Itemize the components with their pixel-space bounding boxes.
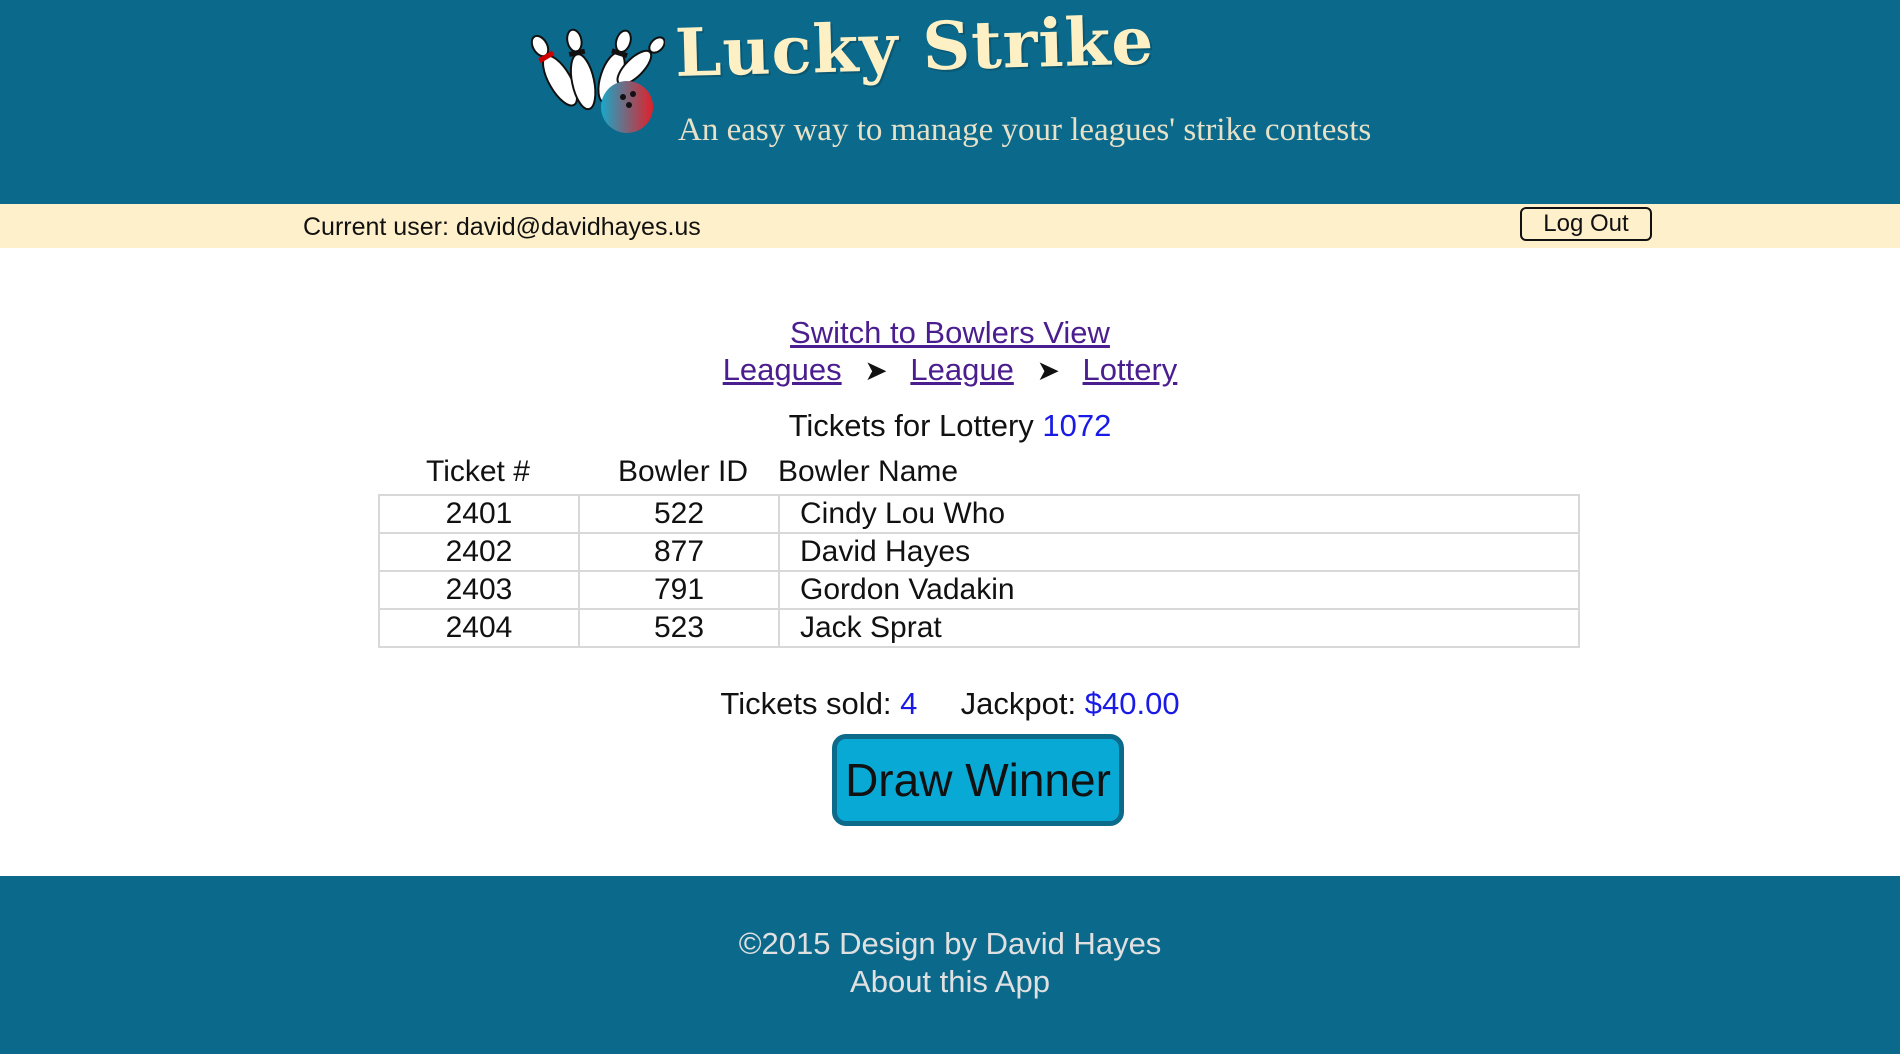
breadcrumb-league[interactable]: League bbox=[910, 352, 1013, 387]
table-row: 2403 791 Gordon Vadakin bbox=[378, 570, 1580, 610]
jackpot-value: $40.00 bbox=[1084, 686, 1180, 721]
jackpot-label: Jackpot: bbox=[960, 686, 1077, 721]
tickets-table: 2401 522 Cindy Lou Who 2402 877 David Ha… bbox=[378, 494, 1580, 648]
table-row: 2404 523 Jack Sprat bbox=[378, 608, 1580, 648]
ticket-number-cell: 2404 bbox=[378, 608, 580, 648]
bowler-id-cell: 523 bbox=[578, 608, 780, 648]
table-row: 2402 877 David Hayes bbox=[378, 532, 1580, 572]
column-header-bowler-id: Bowler ID bbox=[618, 455, 749, 488]
bowling-logo-icon bbox=[530, 28, 665, 133]
logout-button[interactable]: Log Out bbox=[1520, 207, 1652, 241]
table-row: 2401 522 Cindy Lou Who bbox=[378, 494, 1580, 534]
draw-winner-button[interactable]: Draw Winner bbox=[832, 734, 1124, 826]
breadcrumb: Leagues ➤ League ➤ Lottery bbox=[0, 352, 1900, 388]
switch-to-bowlers-view-link[interactable]: Switch to Bowlers View bbox=[790, 315, 1110, 350]
bowler-id-cell: 877 bbox=[578, 532, 780, 572]
bowler-id-cell: 791 bbox=[578, 570, 780, 610]
breadcrumb-leagues[interactable]: Leagues bbox=[723, 352, 842, 387]
copyright-text: ©2015 Design by David Hayes bbox=[738, 926, 1162, 961]
column-header-ticket: Ticket # bbox=[426, 455, 530, 488]
breadcrumb-separator-icon: ➤ bbox=[864, 355, 888, 386]
site-header: Lucky Strike An easy way to manage your … bbox=[0, 0, 1900, 204]
bowler-name-cell: David Hayes bbox=[778, 532, 1580, 572]
ticket-number-cell: 2401 bbox=[378, 494, 580, 534]
page-title-label: Tickets for Lottery bbox=[788, 408, 1034, 443]
lottery-number: 1072 bbox=[1042, 408, 1112, 443]
bowler-name-cell: Cindy Lou Who bbox=[778, 494, 1580, 534]
breadcrumb-lottery[interactable]: Lottery bbox=[1083, 352, 1178, 387]
lottery-summary: Tickets sold: 4 Jackpot: $40.00 bbox=[0, 686, 1900, 722]
bowler-name-cell: Gordon Vadakin bbox=[778, 570, 1580, 610]
app-title: Lucky Strike bbox=[673, 1, 1156, 92]
bowler-id-cell: 522 bbox=[578, 494, 780, 534]
view-switch: Switch to Bowlers View bbox=[0, 315, 1900, 351]
column-header-bowler-name: Bowler Name bbox=[778, 455, 959, 488]
tickets-sold-value: 4 bbox=[900, 686, 918, 721]
about-app-link[interactable]: About this App bbox=[0, 964, 1900, 1000]
tickets-sold-label: Tickets sold: bbox=[720, 686, 892, 721]
breadcrumb-separator-icon: ➤ bbox=[1036, 355, 1060, 386]
app-tagline: An easy way to manage your leagues' stri… bbox=[678, 112, 1372, 148]
bowler-name-cell: Jack Sprat bbox=[778, 608, 1580, 648]
ticket-number-cell: 2403 bbox=[378, 570, 580, 610]
user-bar: Current user: david@davidhayes.us Log Ou… bbox=[0, 204, 1900, 248]
ticket-number-cell: 2402 bbox=[378, 532, 580, 572]
current-user-label: Current user: david@davidhayes.us bbox=[303, 213, 701, 241]
site-footer: ©2015 Design by David Hayes About this A… bbox=[0, 876, 1900, 1054]
page-title: Tickets for Lottery 1072 bbox=[0, 408, 1900, 444]
